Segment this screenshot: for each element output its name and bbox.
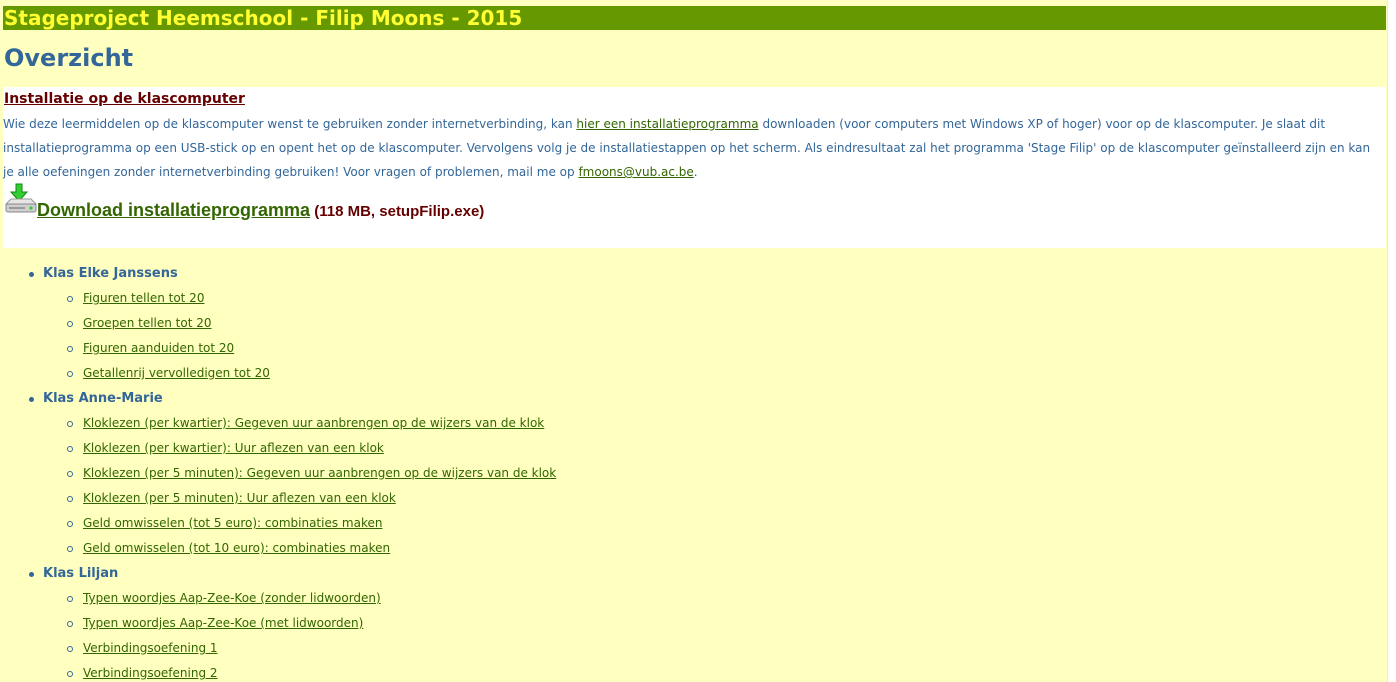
exercise-link[interactable]: Geld omwisselen (tot 10 euro): combinati… (83, 540, 390, 557)
class-name: Klas Liljan (43, 566, 119, 581)
installer-link[interactable]: hier een installatieprogramma (576, 117, 758, 131)
download-drive-icon[interactable] (3, 183, 38, 217)
class-name: Klas Anne-Marie (43, 391, 163, 406)
disc-bullet-icon (29, 572, 34, 577)
circle-bullet-icon (67, 371, 73, 377)
circle-bullet-icon (67, 346, 73, 352)
circle-bullet-icon (67, 671, 73, 677)
exercise-link[interactable]: Figuren aanduiden tot 20 (83, 340, 234, 357)
page-title: Overzicht (4, 44, 134, 72)
exercise-link[interactable]: Figuren tellen tot 20 (83, 290, 204, 307)
exercise-link[interactable]: Typen woordjes Aap-Zee-Koe (met lidwoord… (83, 615, 363, 632)
install-panel: Installatie op de klascomputer Wie deze … (3, 87, 1386, 248)
install-description: Wie deze leermiddelen op de klascomputer… (3, 112, 1384, 184)
disc-bullet-icon (29, 397, 34, 402)
circle-bullet-icon (67, 621, 73, 627)
site-title: Stageproject Heemschool - Filip Moons - … (4, 6, 523, 30)
email-link[interactable]: fmoons@vub.ac.be (578, 165, 693, 179)
circle-bullet-icon (67, 446, 73, 452)
circle-bullet-icon (67, 646, 73, 652)
disc-bullet-icon (29, 272, 34, 277)
circle-bullet-icon (67, 471, 73, 477)
download-installer-link[interactable]: Download installatieprogramma (37, 200, 310, 220)
circle-bullet-icon (67, 321, 73, 327)
circle-bullet-icon (67, 296, 73, 302)
page: Stageproject Heemschool - Filip Moons - … (0, 0, 1396, 682)
exercise-link[interactable]: Kloklezen (per 5 minuten): Gegeven uur a… (83, 465, 556, 482)
circle-bullet-icon (67, 521, 73, 527)
download-line: Download installatieprogramma (118 MB, s… (37, 200, 484, 221)
circle-bullet-icon (67, 546, 73, 552)
install-text-part-3: . (693, 165, 698, 179)
exercise-link[interactable]: Kloklezen (per kwartier): Uur aflezen va… (83, 440, 384, 457)
scrollbar-track[interactable] (1387, 0, 1396, 682)
exercise-link[interactable]: Getallenrij vervolledigen tot 20 (83, 365, 270, 382)
exercise-link[interactable]: Geld omwisselen (tot 5 euro): combinatie… (83, 515, 382, 532)
circle-bullet-icon (67, 596, 73, 602)
circle-bullet-icon (67, 421, 73, 427)
circle-bullet-icon (67, 496, 73, 502)
exercise-link[interactable]: Groepen tellen tot 20 (83, 315, 212, 332)
exercise-link[interactable]: Typen woordjes Aap-Zee-Koe (zonder lidwo… (83, 590, 381, 607)
exercise-link[interactable]: Verbindingsoefening 2 (83, 665, 218, 682)
install-text-part-1: Wie deze leermiddelen op de klascomputer… (3, 117, 577, 131)
exercise-link[interactable]: Kloklezen (per kwartier): Gegeven uur aa… (83, 415, 544, 432)
class-name: Klas Elke Janssens (43, 266, 178, 281)
exercise-link[interactable]: Kloklezen (per 5 minuten): Uur aflezen v… (83, 490, 396, 507)
exercise-link[interactable]: Verbindingsoefening 1 (83, 640, 218, 657)
install-heading: Installatie op de klascomputer (4, 91, 245, 107)
download-file-info: (118 MB, setupFilip.exe) (310, 203, 485, 220)
